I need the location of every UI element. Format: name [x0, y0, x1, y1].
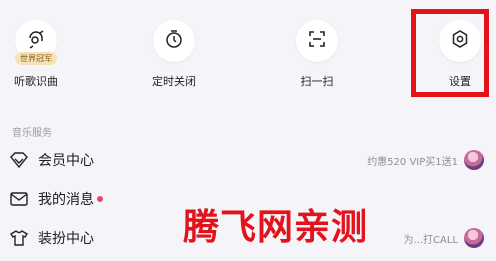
champion-badge: 世界冠军: [15, 52, 57, 65]
scan-icon: [307, 29, 327, 53]
shortcut-label: 定时关闭: [152, 75, 196, 88]
shortcut-timer[interactable]: 定时关闭: [124, 0, 224, 100]
avatar: [464, 150, 484, 170]
menu-item-label: 装扮中心: [38, 231, 94, 247]
theme-promo-text: 为...打CALL: [403, 234, 458, 246]
shortcut-scan[interactable]: 扫一扫: [267, 0, 367, 100]
diamond-icon: [10, 151, 28, 169]
watermark-text: 腾飞网亲测: [183, 207, 369, 248]
mail-icon: [10, 190, 28, 208]
timer-icon: [164, 29, 184, 53]
unread-dot: [97, 196, 103, 202]
music-recognition-icon: [25, 28, 47, 54]
timer-circle: [153, 20, 195, 62]
tshirt-icon: [10, 229, 28, 247]
menu-item-vip-center[interactable]: 会员中心 约惠520 VIP买1送1: [0, 145, 496, 175]
shortcut-music-recognition[interactable]: 世界冠军 听歌识曲: [0, 0, 86, 100]
shortcut-label: 扫一扫: [300, 75, 334, 88]
section-title: 音乐服务: [12, 128, 52, 139]
menu-item-label: 我的消息: [38, 192, 94, 208]
scan-circle: [296, 20, 338, 62]
shortcut-row: 世界冠军 听歌识曲 定时关闭 扫一扫 设置: [0, 0, 496, 110]
avatar: [464, 228, 484, 248]
settings-highlight-box: [411, 9, 489, 97]
shortcut-label: 听歌识曲: [14, 75, 58, 88]
menu-item-label: 会员中心: [38, 153, 94, 169]
vip-promo-text: 约惠520 VIP买1送1: [367, 156, 458, 168]
